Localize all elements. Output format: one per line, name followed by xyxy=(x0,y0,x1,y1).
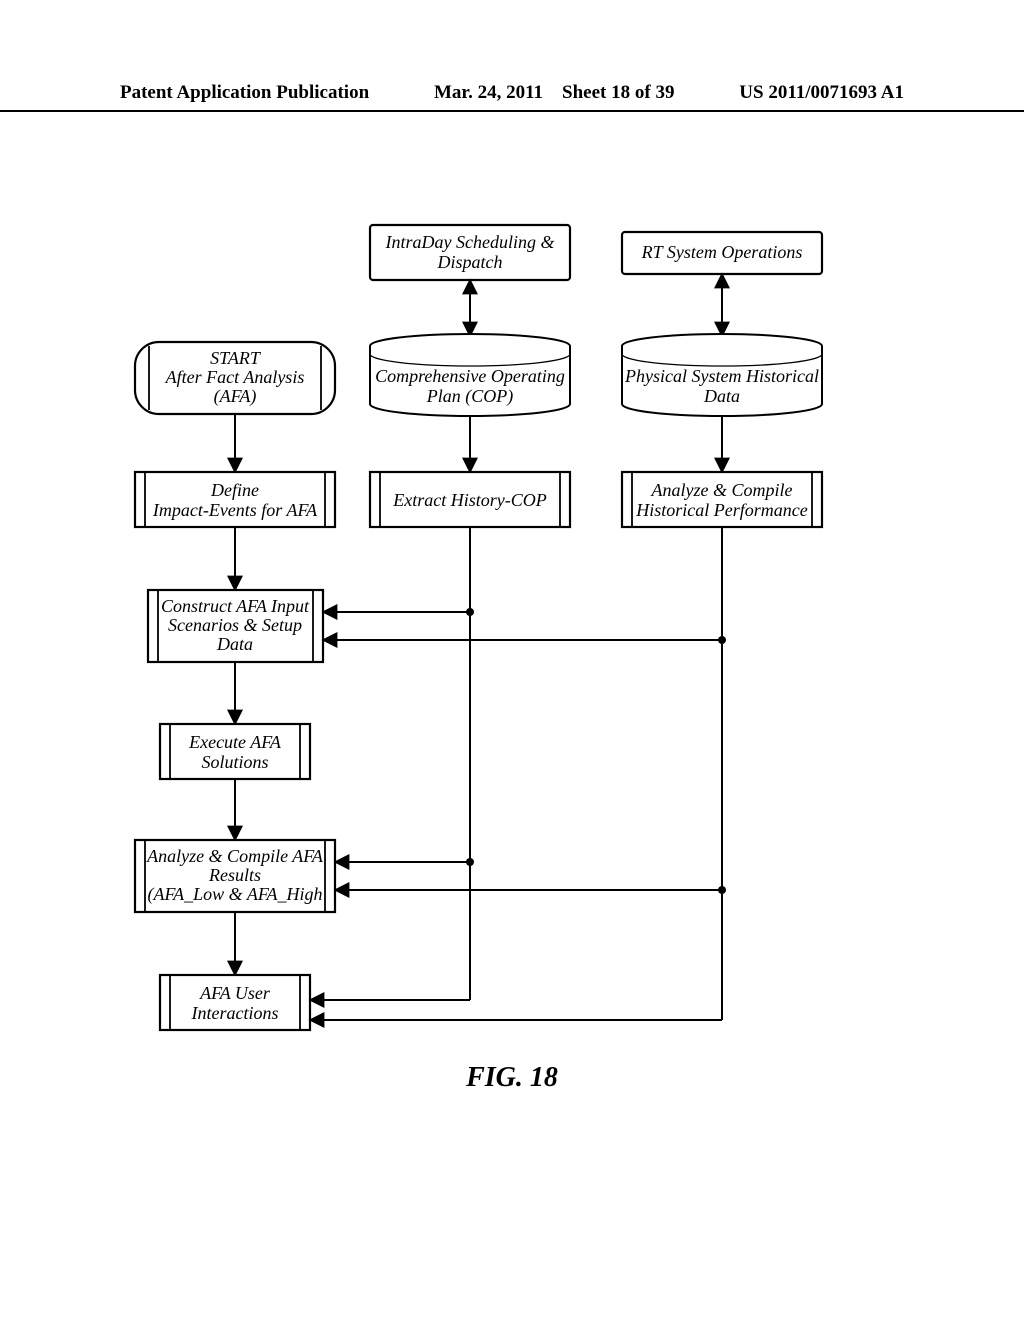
node-start: START After Fact Analysis (AFA) xyxy=(135,342,335,414)
svg-text:IntraDay Scheduling &: IntraDay Scheduling & xyxy=(385,232,555,252)
svg-text:Define: Define xyxy=(210,480,259,500)
svg-text:(AFA_Low & AFA_High: (AFA_Low & AFA_High xyxy=(147,884,322,905)
svg-text:Data: Data xyxy=(703,386,740,406)
svg-text:Results: Results xyxy=(208,865,261,885)
node-define: Define Impact-Events for AFA xyxy=(135,472,335,527)
svg-text:Solutions: Solutions xyxy=(201,752,268,772)
svg-text:Interactions: Interactions xyxy=(191,1003,279,1023)
svg-text:Comprehensive Operating: Comprehensive Operating xyxy=(375,366,565,386)
svg-text:Construct AFA Input: Construct AFA Input xyxy=(161,596,310,616)
svg-text:(AFA): (AFA) xyxy=(214,386,257,407)
node-construct: Construct AFA Input Scenarios & Setup Da… xyxy=(148,590,323,662)
svg-text:Dispatch: Dispatch xyxy=(437,252,503,272)
svg-text:Analyze & Compile: Analyze & Compile xyxy=(651,480,793,500)
svg-text:AFA User: AFA User xyxy=(199,983,271,1003)
figure-caption: FIG. 18 xyxy=(0,1062,1024,1094)
svg-text:RT System Operations: RT System Operations xyxy=(641,242,803,262)
svg-text:After Fact Analysis: After Fact Analysis xyxy=(165,367,305,387)
node-cop: Comprehensive Operating Plan (COP) xyxy=(370,334,570,416)
node-results: Analyze & Compile AFA Results (AFA_Low &… xyxy=(135,840,335,912)
node-hist: Physical System Historical Data xyxy=(622,334,822,416)
node-extract: Extract History-COP xyxy=(370,472,570,527)
svg-text:Analyze & Compile AFA: Analyze & Compile AFA xyxy=(146,846,324,866)
svg-text:Execute AFA: Execute AFA xyxy=(188,732,282,752)
svg-text:Historical Performance: Historical Performance xyxy=(635,500,807,520)
svg-text:Extract History-COP: Extract History-COP xyxy=(392,490,546,510)
page: Patent Application Publication Mar. 24, … xyxy=(0,0,1024,1320)
node-intraday: IntraDay Scheduling & Dispatch xyxy=(370,225,570,280)
node-rtops: RT System Operations xyxy=(622,232,822,274)
svg-text:START: START xyxy=(210,348,262,368)
flowchart: IntraDay Scheduling & Dispatch RT System… xyxy=(0,0,1024,1320)
node-analyze-hist: Analyze & Compile Historical Performance xyxy=(622,472,822,527)
svg-text:Data: Data xyxy=(216,634,253,654)
node-execute: Execute AFA Solutions xyxy=(160,724,310,779)
node-interactions: AFA User Interactions xyxy=(160,975,310,1030)
svg-text:Scenarios & Setup: Scenarios & Setup xyxy=(168,615,302,635)
svg-text:Plan (COP): Plan (COP) xyxy=(426,386,513,407)
svg-text:Impact-Events for AFA: Impact-Events for AFA xyxy=(152,500,318,520)
svg-text:Physical System Historical: Physical System Historical xyxy=(624,366,819,386)
